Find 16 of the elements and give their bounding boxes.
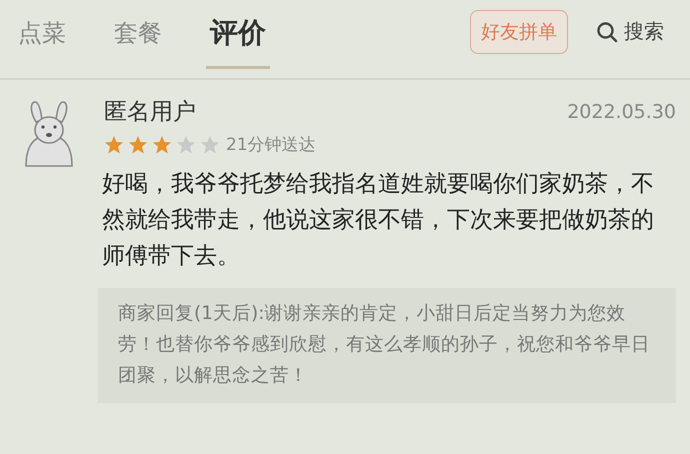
group-order-button[interactable]: 好友拼单	[470, 10, 568, 54]
tab[interactable]: 点菜	[14, 8, 70, 69]
merchant-reply: 商家回复(1天后):谢谢亲亲的肯定，小甜日后定当努力为您效劳！也替你爷爷感到欣慰，有这么孝顺的孙子，祝您和爷爷早日团聚，以解思念之苦！	[98, 288, 676, 403]
star-icon	[128, 134, 148, 154]
star-icon	[104, 134, 124, 154]
tab[interactable]: 评价	[206, 8, 270, 69]
delivery-time: 21分钟送达	[226, 134, 316, 156]
tab[interactable]: 套餐	[110, 8, 166, 69]
user-name: 匿名用户	[104, 98, 196, 127]
search-button[interactable]: 搜索	[594, 12, 666, 51]
star-icon	[200, 134, 220, 154]
star-icon	[152, 134, 172, 154]
search-icon	[596, 20, 618, 42]
review-date: 2022.05.30	[567, 100, 676, 122]
star-icon	[176, 134, 196, 154]
review-text: 好喝，我爷爷托梦给我指名道姓就要喝你们家奶茶，不然就给我带走，他说这家很不错，下次来要把做奶茶的师傅带下去。	[102, 170, 655, 271]
